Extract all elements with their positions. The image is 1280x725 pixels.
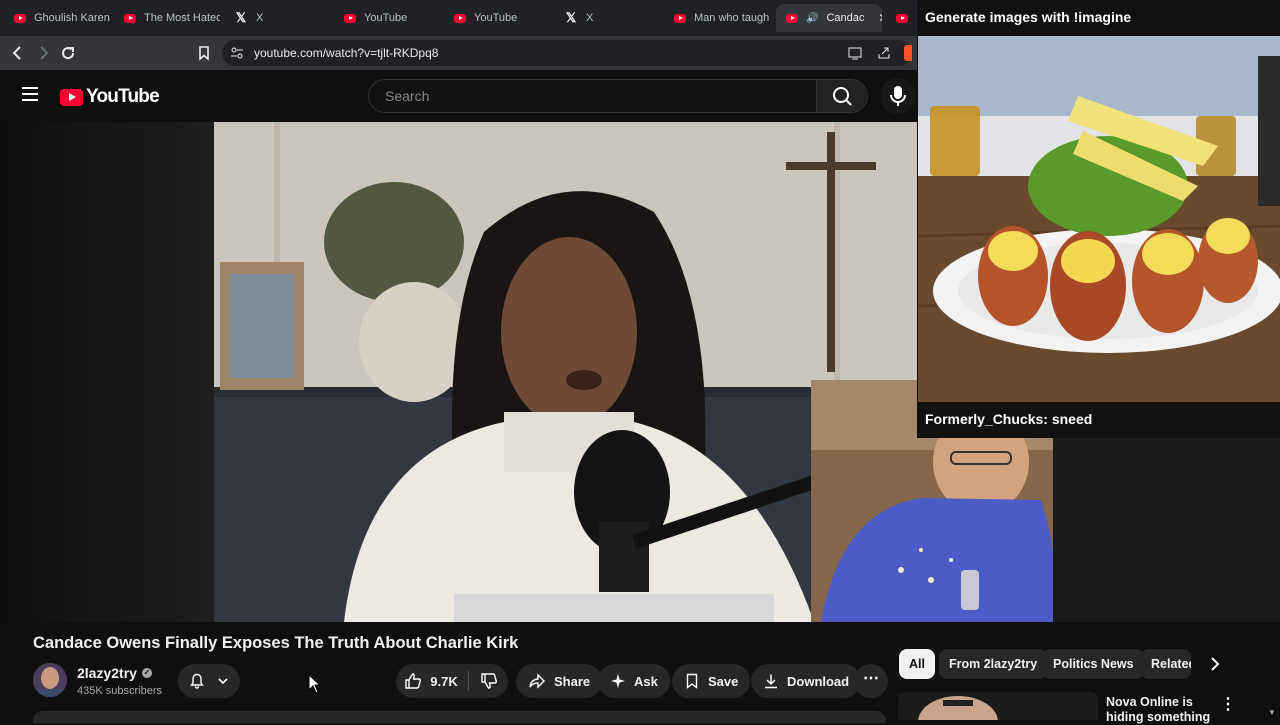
download-icon [765,674,777,689]
tab-title: YouTube [364,12,408,24]
chip-all[interactable]: All [899,649,935,679]
tab-title: Ghoulish Karen [34,12,110,24]
download-label: Download [787,673,850,689]
overlay-panel: Generate images with !imagine Formerly_C… [917,0,1280,438]
bell-icon [190,673,204,689]
browser-tab[interactable]: Ghoulish Karen [4,4,110,32]
youtube-play-icon [60,88,83,106]
youtube-favicon-icon [896,13,908,23]
voice-search-button[interactable] [880,78,916,114]
like-button[interactable]: 9.7K [396,664,466,698]
browser-tab[interactable]: YouTube [334,4,440,32]
search-button[interactable] [816,79,868,113]
sparkle-icon [611,674,625,688]
video-letterbox [0,122,214,622]
thumbs-down-icon [481,673,497,689]
overlay-title: Generate images with !imagine [925,9,1132,25]
brave-shield-icon[interactable] [904,45,912,61]
chip-related[interactable]: Related [1141,649,1191,679]
speaker-icon: 🔊 [806,12,819,24]
video-title: Candace Owens Finally Exposes The Truth … [33,634,519,652]
channel-avatar[interactable] [33,663,67,697]
browser-tab[interactable]: T [886,4,916,32]
ask-label: Ask [634,673,658,689]
chip-from-channel[interactable]: From 2lazy2try [939,649,1048,679]
recommendation-thumbnail[interactable] [898,692,1098,720]
dislike-button[interactable] [470,664,508,698]
like-dislike-group: 9.7K [396,664,508,698]
x-logo-icon: 𝕏 [235,10,247,25]
divider [468,671,469,691]
save-button[interactable]: Save [672,664,751,698]
ask-button[interactable]: Ask [598,664,670,698]
browser-tab[interactable]: 𝕏 X [554,4,660,32]
tab-title: Candac [826,12,865,24]
overlay-caption: Formerly_Chucks: sneed [925,411,1093,427]
description-box[interactable] [33,711,886,723]
youtube-wordmark: YouTube [86,86,160,107]
subscriber-count: 435K subscribers [77,685,162,697]
menu-icon[interactable] [22,87,38,101]
search-icon [833,87,852,106]
reload-icon[interactable] [58,43,78,63]
chip-politics-news[interactable]: Politics News [1043,649,1144,679]
tab-title: The Most Hated [144,12,220,24]
bookmark-save-icon [686,673,698,689]
browser-tab[interactable]: The Most Hated [114,4,220,32]
close-tab-icon[interactable]: ✕ [878,11,882,25]
x-logo-icon: 𝕏 [565,10,577,25]
url-bar[interactable]: youtube.com/watch?v=tjlt-RKDpq8 [222,40,912,66]
search-box [368,79,816,113]
back-icon[interactable] [8,43,28,63]
search-input[interactable] [385,88,816,104]
browser-tab-active[interactable]: 🔊 Candac ✕ [776,4,882,32]
microphone-icon [890,86,906,106]
browser-tab[interactable]: 𝕏 X [224,4,330,32]
recommendation-title[interactable]: Nova Online is hiding something [1106,695,1216,725]
cast-icon[interactable] [848,46,862,63]
share-icon [529,673,545,689]
site-settings-icon[interactable] [230,46,244,63]
channel-name-link[interactable]: 2lazy2try ✓ [77,665,152,681]
generated-image [918,36,1280,402]
youtube-favicon-icon [14,13,26,23]
kebab-menu-icon[interactable]: ⋮ [1220,694,1236,714]
share-button[interactable]: Share [516,664,603,698]
tab-title: X [256,12,264,24]
scroll-down-icon[interactable]: ▼ [1266,708,1278,720]
channel-name: 2lazy2try [77,665,137,681]
share-label: Share [554,673,591,689]
youtube-header: YouTube [0,70,917,122]
youtube-logo[interactable]: YouTube [60,86,160,108]
youtube-favicon-icon [344,13,356,23]
chevron-right-icon[interactable] [1200,649,1230,679]
like-count: 9.7K [430,673,458,689]
video-player[interactable] [0,122,917,622]
overlay-background [1053,438,1280,622]
tab-title: X [586,12,594,24]
forward-icon[interactable] [33,43,53,63]
more-actions-button[interactable]: ⋯ [854,664,888,698]
save-label: Save [708,673,739,689]
tab-title: YouTube [474,12,518,24]
youtube-favicon-icon [674,13,686,23]
url-text: youtube.com/watch?v=tjlt-RKDpq8 [254,46,439,60]
youtube-favicon-icon [124,13,136,23]
chevron-down-icon [218,678,228,685]
verified-icon: ✓ [141,668,152,678]
browser-tab[interactable]: YouTube [444,4,550,32]
notifications-button[interactable] [178,664,240,698]
bookmark-icon[interactable] [194,43,214,63]
download-button[interactable]: Download [751,664,862,698]
tab-title: Man who taugh [694,12,770,24]
youtube-favicon-icon [454,13,466,23]
share-page-icon[interactable] [877,46,891,63]
mouse-cursor-icon [308,674,322,694]
browser-tab[interactable]: Man who taugh [664,4,770,32]
thumbs-up-icon [405,673,422,689]
youtube-favicon-icon [786,13,798,23]
